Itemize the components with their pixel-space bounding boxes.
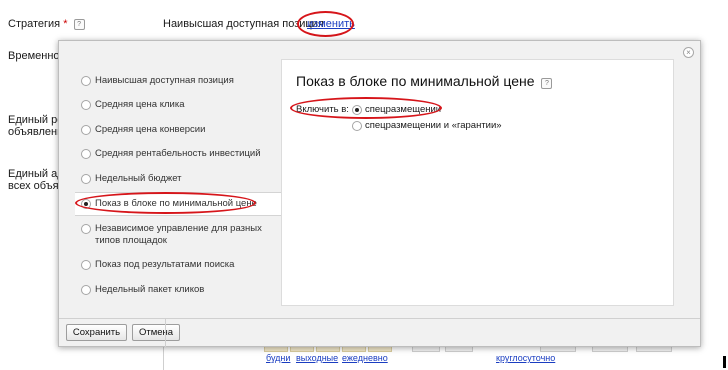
radio-icon[interactable] — [352, 121, 362, 131]
divider — [165, 319, 166, 347]
radio-icon[interactable] — [81, 224, 91, 234]
strategy-dialog: × Наивысшая доступная позиция Средняя це… — [58, 40, 701, 347]
radio-icon[interactable] — [352, 105, 362, 115]
radio-icon[interactable] — [81, 199, 91, 209]
strategy-value: Наивысшая доступная позиция — [163, 18, 324, 30]
weekdays-link[interactable]: будни — [266, 353, 290, 363]
required-mark: * — [63, 18, 68, 30]
change-strategy-link[interactable]: изменить — [307, 18, 355, 30]
radio-icon[interactable] — [81, 100, 91, 110]
close-icon[interactable]: × — [683, 47, 694, 58]
dialog-footer: Сохранить Отмена — [59, 318, 700, 347]
help-icon[interactable]: ? — [541, 78, 553, 89]
strategy-settings-panel: Показ в блоке по минимальной цене ? Вклю… — [281, 59, 674, 306]
radio-icon[interactable] — [81, 76, 91, 86]
radio-icon[interactable] — [81, 260, 91, 270]
help-icon[interactable]: ? — [73, 19, 85, 30]
round-the-clock-link[interactable]: круглосуточно — [496, 353, 555, 363]
cancel-button[interactable]: Отмена — [132, 324, 180, 341]
panel-title: Показ в блоке по минимальной цене ? — [296, 73, 553, 89]
cursor-mark — [723, 356, 726, 368]
radio-icon[interactable] — [81, 285, 91, 295]
include-in-label: Включить в: — [296, 104, 349, 115]
placement-option-premium[interactable]: спецразмещении — [352, 104, 462, 116]
daily-link[interactable]: ежедневно — [342, 353, 388, 363]
radio-icon[interactable] — [81, 149, 91, 159]
strategy-label: Стратегия * ? — [8, 18, 85, 30]
radio-icon[interactable] — [81, 174, 91, 184]
weekends-link[interactable]: выходные — [296, 353, 338, 363]
radio-icon[interactable] — [81, 125, 91, 135]
placement-option-premium-and-guarantee[interactable]: спецразмещении и «гарантии» — [352, 120, 512, 132]
save-button[interactable]: Сохранить — [66, 324, 127, 341]
